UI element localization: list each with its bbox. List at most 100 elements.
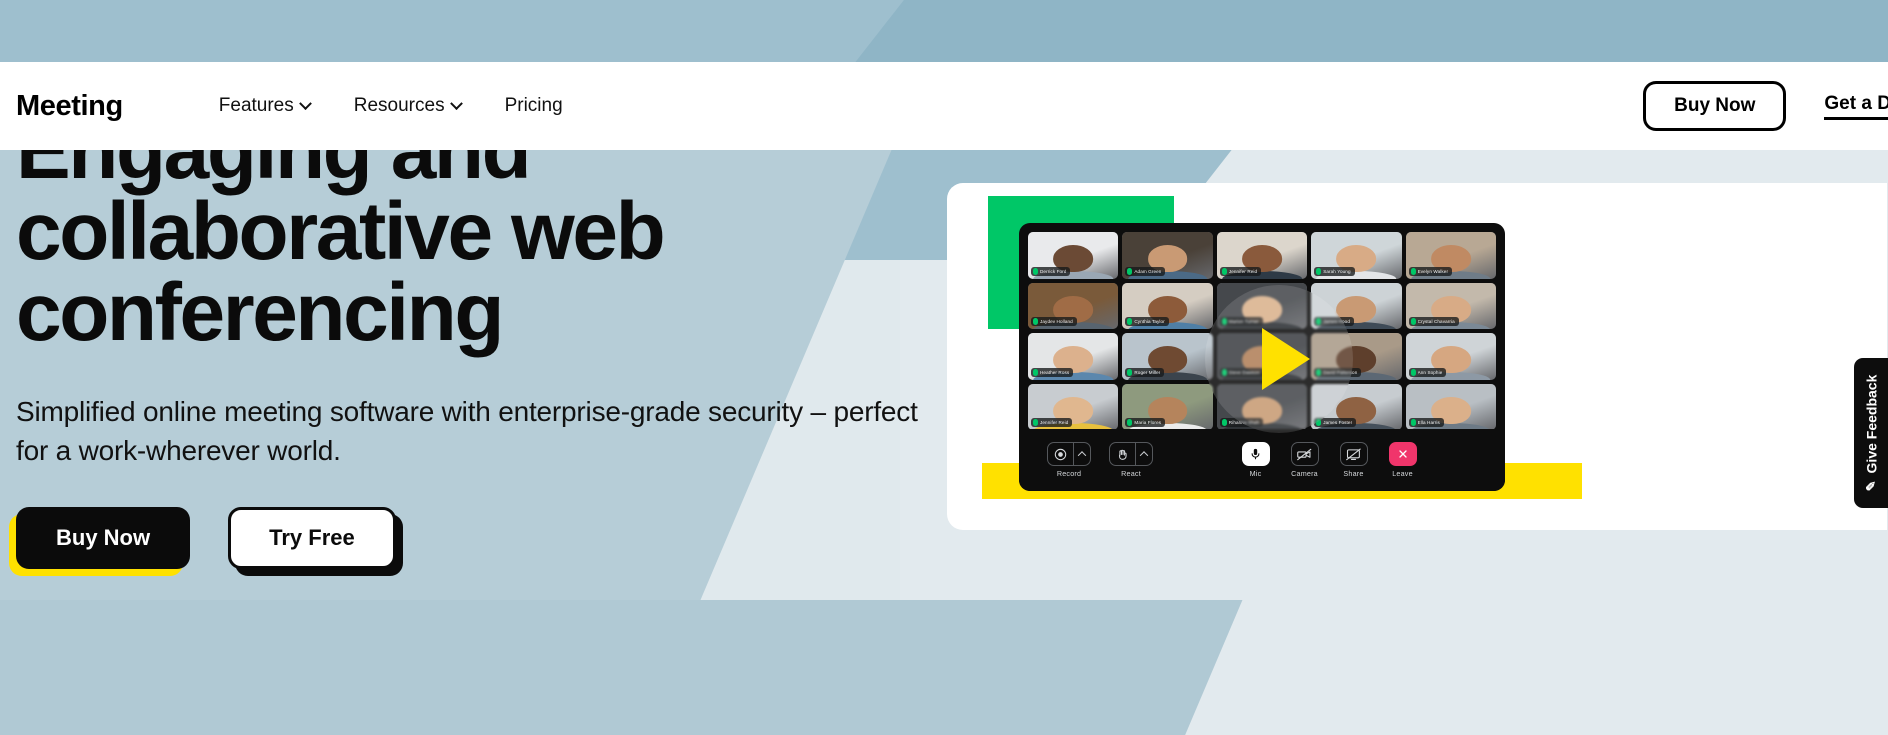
toolbar-control-leave[interactable]: Leave (1388, 442, 1417, 478)
participant-tile[interactable]: Evelyn Walker (1405, 232, 1496, 279)
participant-name: Ann Sophie (1417, 369, 1443, 375)
participant-name-tag: Jennifer Reid (1031, 418, 1073, 427)
nav-link-label: Pricing (504, 95, 563, 116)
participant-tile[interactable]: Jennifer Reid (1216, 232, 1308, 279)
chevron-up-icon[interactable] (1135, 443, 1152, 465)
participant-name: Jennifer Reid (1228, 268, 1258, 274)
toolbar-control-mic[interactable]: Mic (1241, 442, 1270, 478)
try-free-button[interactable]: Try Free (228, 507, 396, 570)
buy-now-button[interactable]: Buy Now (16, 507, 191, 570)
participant-name: Heather Ross (1040, 369, 1070, 375)
participant-tile[interactable]: Sarah Young (1311, 232, 1402, 279)
participant-name: Evelyn Walker (1417, 268, 1449, 274)
raised-hand-icon[interactable] (1110, 443, 1135, 465)
nav-get-a-demo-link[interactable]: Get a Demo (1824, 93, 1888, 120)
background-diagonal-dark-2 (849, 0, 1888, 70)
participant-name: James Foster (1323, 420, 1353, 425)
participant-name: Ella Harris (1417, 420, 1440, 425)
participant-name: Derrick Ford (1040, 268, 1067, 274)
microphone-icon (1033, 318, 1038, 325)
nav-link-label: Resources (353, 95, 445, 116)
give-feedback-inner: ✎ Give Feedback (1863, 375, 1879, 492)
toolbar-control-label: Leave (1392, 469, 1413, 478)
microphone-icon (1127, 368, 1133, 376)
hero-copy: Engaging and collaborative web conferenc… (16, 110, 946, 570)
microphone-icon (1221, 267, 1227, 275)
toolbar-control-label: Record (1056, 469, 1082, 478)
toolbar-split-button[interactable] (1047, 442, 1091, 466)
nav-link-features[interactable]: Features (218, 95, 312, 117)
microphone-icon (1033, 267, 1038, 275)
participant-name-tag: Evelyn Walker (1408, 266, 1453, 276)
nav-link-resources[interactable]: Resources (353, 95, 463, 117)
microphone-icon (1410, 318, 1416, 325)
toolbar-left-controls: Record React (1047, 442, 1153, 478)
nav-links: Features Resources Pricing (219, 95, 563, 117)
meeting-toolbar: Record React Mic Camera Share Leave (1019, 429, 1505, 491)
participant-name-tag: Roger Miller (1125, 367, 1165, 377)
participant-tile[interactable]: Jaydev Holland (1028, 282, 1119, 329)
chevron-up-icon[interactable] (1073, 443, 1090, 465)
participant-tile[interactable]: Crystal Chavarria (1405, 282, 1496, 329)
nav-actions: Buy Now Get a Demo (1643, 81, 1888, 131)
microphone-icon (1410, 267, 1416, 275)
give-feedback-label: Give Feedback (1863, 374, 1880, 474)
participant-tile[interactable]: Adam Green (1122, 232, 1213, 279)
microphone-icon (1410, 419, 1416, 426)
toolbar-control-label: Share (1343, 469, 1364, 478)
participant-name-tag: Derrick Ford (1031, 266, 1071, 276)
play-triangle-icon (1262, 328, 1310, 390)
microphone-icon (1127, 267, 1133, 275)
participant-name: Roger Miller (1134, 369, 1161, 375)
hero-title-line-2: collaborative web (16, 186, 666, 278)
screen-share-off-icon[interactable] (1339, 442, 1368, 466)
brand-logo[interactable]: Meeting (16, 90, 123, 123)
give-feedback-tab[interactable]: ✎ Give Feedback (1854, 358, 1888, 508)
camera-off-icon[interactable] (1290, 442, 1319, 466)
participant-tile[interactable]: Roger Miller (1122, 333, 1213, 380)
microphone-icon (1033, 368, 1038, 376)
chevron-down-icon (298, 96, 312, 110)
nav-link-label: Features (218, 95, 294, 116)
participant-tile[interactable]: Ann Sophie (1405, 333, 1496, 380)
participant-name-tag: Crystal Chavarria (1408, 317, 1459, 326)
nav-buy-now-button[interactable]: Buy Now (1643, 81, 1787, 131)
microphone-icon (1410, 368, 1416, 376)
participant-name: Sarah Young (1323, 268, 1351, 274)
microphone-icon[interactable] (1241, 442, 1270, 466)
participant-name-tag: Heather Ross (1031, 367, 1074, 377)
toolbar-control-camera[interactable]: Camera (1290, 442, 1319, 478)
hero-cta-group: Buy Now Try Free (16, 507, 946, 570)
close-x-icon[interactable] (1388, 442, 1417, 466)
participant-name: Cynthia Taylor (1134, 319, 1165, 324)
participant-name: Crystal Chavarria (1417, 319, 1455, 324)
participant-name: Adam Green (1134, 268, 1162, 274)
toolbar-control-react[interactable]: React (1109, 442, 1153, 478)
toolbar-control-share[interactable]: Share (1339, 442, 1368, 478)
toolbar-control-label: Mic (1249, 469, 1262, 478)
participant-tile[interactable]: Derrick Ford (1028, 232, 1119, 279)
toolbar-control-record[interactable]: Record (1047, 442, 1091, 478)
participant-tile[interactable]: Heather Ross (1028, 333, 1119, 380)
nav-link-pricing[interactable]: Pricing (505, 95, 563, 117)
participant-name-tag: Ella Harris (1408, 418, 1444, 427)
toolbar-control-label: React (1121, 469, 1141, 478)
record-icon[interactable] (1048, 443, 1073, 465)
background-bottom-wedge (0, 600, 1243, 735)
participant-name-tag: Jaydev Holland (1031, 317, 1077, 326)
participant-name: Jennifer Reid (1040, 420, 1069, 425)
participant-tile[interactable]: Cynthia Taylor (1122, 282, 1213, 329)
participant-tile[interactable]: Ella Harris (1405, 383, 1496, 430)
play-button[interactable] (1205, 285, 1353, 433)
microphone-icon (1033, 419, 1038, 426)
chevron-down-icon (449, 96, 463, 110)
toolbar-split-button[interactable] (1109, 442, 1153, 466)
participant-tile[interactable]: Jennifer Reid (1028, 383, 1119, 430)
hero-subtitle: Simplified online meeting software with … (16, 395, 918, 467)
participant-name: Jaydev Holland (1040, 319, 1073, 324)
participant-name-tag: Adam Green (1125, 266, 1166, 276)
participant-tile[interactable]: Maria Flores (1122, 383, 1213, 430)
participant-name-tag: Jennifer Reid (1219, 266, 1262, 276)
toolbar-control-label: Camera (1291, 469, 1318, 478)
pencil-icon: ✎ (1863, 480, 1879, 492)
